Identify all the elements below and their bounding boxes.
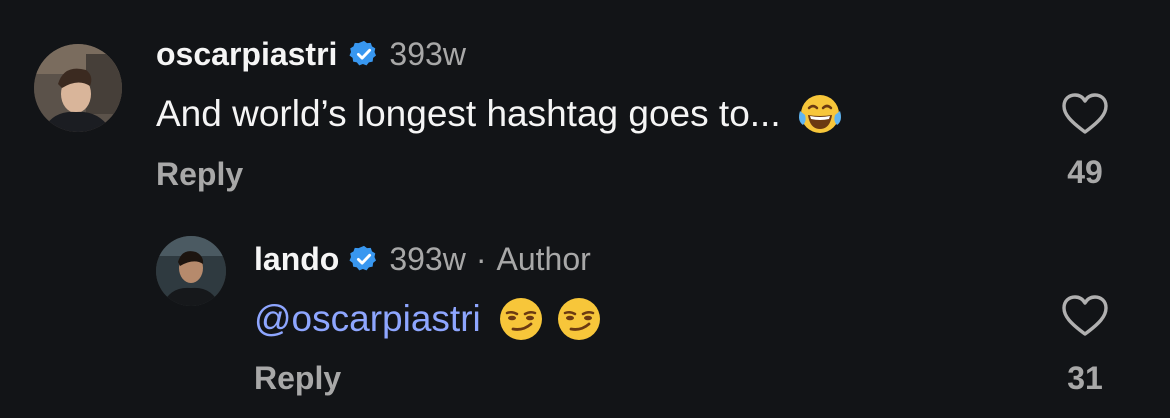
reply-username[interactable]: lando bbox=[254, 241, 339, 278]
like-count: 31 bbox=[1067, 360, 1103, 396]
mention-link[interactable]: @oscarpiastri bbox=[254, 298, 481, 340]
smirking-face-icon bbox=[555, 295, 603, 343]
verified-badge-icon bbox=[349, 244, 379, 274]
avatar-oscarpiastri[interactable] bbox=[34, 44, 122, 132]
reply-timestamp: 393w bbox=[389, 240, 466, 277]
reply-button[interactable]: Reply bbox=[156, 156, 243, 193]
comment-text: And world’s longest hashtag goes to... bbox=[156, 93, 781, 134]
heart-outline-icon[interactable] bbox=[1060, 92, 1110, 136]
like-button[interactable]: 31 bbox=[1056, 294, 1114, 397]
comment-timestamp: 393w bbox=[389, 35, 466, 72]
verified-badge-icon bbox=[349, 39, 379, 69]
reply-button[interactable]: Reply bbox=[254, 360, 341, 397]
smirking-face-icon bbox=[497, 295, 545, 343]
comment-username[interactable]: oscarpiastri bbox=[156, 36, 337, 73]
separator-dot: · bbox=[475, 240, 487, 277]
face-with-tears-of-joy-icon bbox=[797, 91, 843, 137]
heart-outline-icon[interactable] bbox=[1060, 294, 1110, 338]
author-label: Author bbox=[496, 240, 591, 277]
like-count: 49 bbox=[1067, 154, 1103, 190]
like-button[interactable]: 49 bbox=[1056, 92, 1114, 191]
avatar-lando[interactable] bbox=[156, 236, 226, 306]
